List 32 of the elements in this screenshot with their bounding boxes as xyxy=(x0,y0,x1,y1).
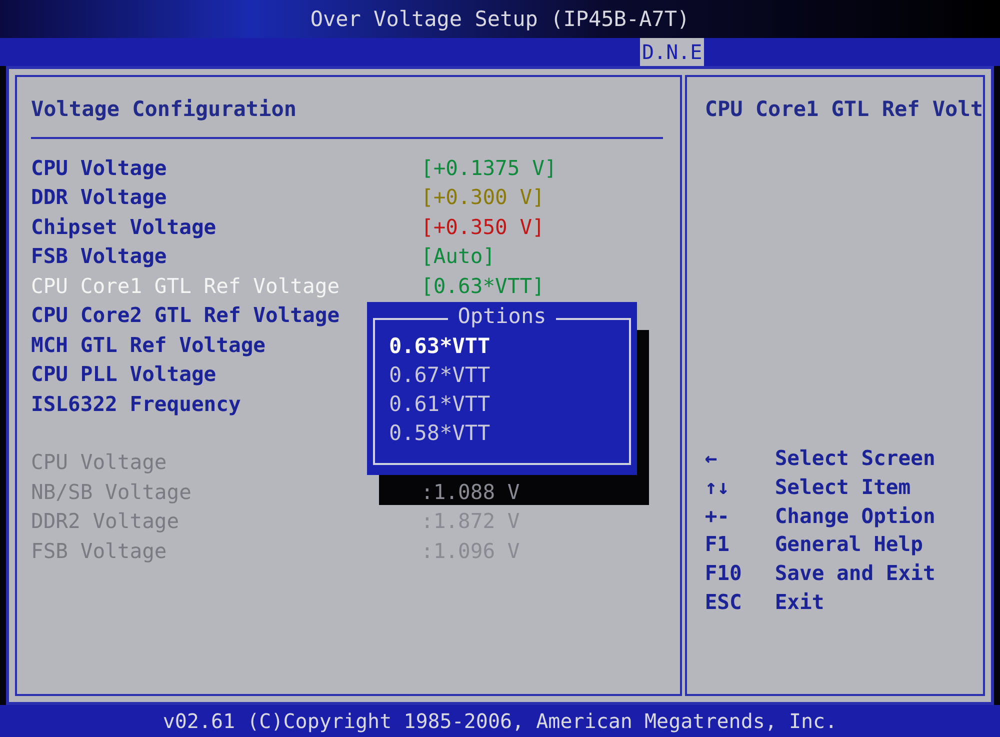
key-action: Change Option xyxy=(774,504,936,528)
tab[interactable]: D.N.E xyxy=(640,38,704,66)
key-label: ← xyxy=(704,446,718,470)
key-label: ESC xyxy=(704,590,743,614)
setting-value[interactable]: [+0.350 V] xyxy=(421,214,544,239)
section-title: Voltage Configuration xyxy=(31,97,298,121)
key-action: General Help xyxy=(774,532,923,556)
reading-label: NB/SB Voltage xyxy=(31,480,192,504)
option-item[interactable]: 0.63*VTT xyxy=(389,332,490,361)
help-title: CPU Core1 GTL Ref Volt xyxy=(704,97,983,121)
key-action: Save and Exit xyxy=(774,560,936,585)
reading-label: FSB Voltage xyxy=(31,538,168,563)
option-item[interactable]: 0.58*VTT xyxy=(389,419,490,448)
setting-label[interactable]: FSB Voltage xyxy=(31,244,421,268)
setting-label[interactable]: DDR Voltage xyxy=(31,185,421,210)
option-item[interactable]: 0.61*VTT xyxy=(389,390,490,419)
option-item[interactable]: 0.67*VTT xyxy=(389,361,490,390)
key-action: Select Item xyxy=(774,474,911,499)
reading-label: DDR2 Voltage xyxy=(31,509,180,534)
screen-title: Over Voltage Setup (IP45B-A7T) xyxy=(310,7,690,31)
key-action: Select Screen xyxy=(774,446,936,470)
key-label: ↑↓ xyxy=(704,474,731,499)
key-action: Exit xyxy=(774,590,824,614)
popup-title: Options xyxy=(448,304,556,328)
key-label: F1 xyxy=(704,532,731,556)
reading-value: :1.088 V xyxy=(421,480,520,504)
copyright-text: v02.61 (C)Copyright 1985-2006, American Megatrends, Inc. xyxy=(162,709,838,733)
setting-label[interactable]: Chipset Voltage xyxy=(31,214,421,239)
key-label: F10 xyxy=(704,560,743,585)
key-label: +- xyxy=(704,504,731,528)
setting-label[interactable]: CPU Voltage xyxy=(31,156,421,180)
reading-label: CPU Voltage xyxy=(31,450,168,474)
